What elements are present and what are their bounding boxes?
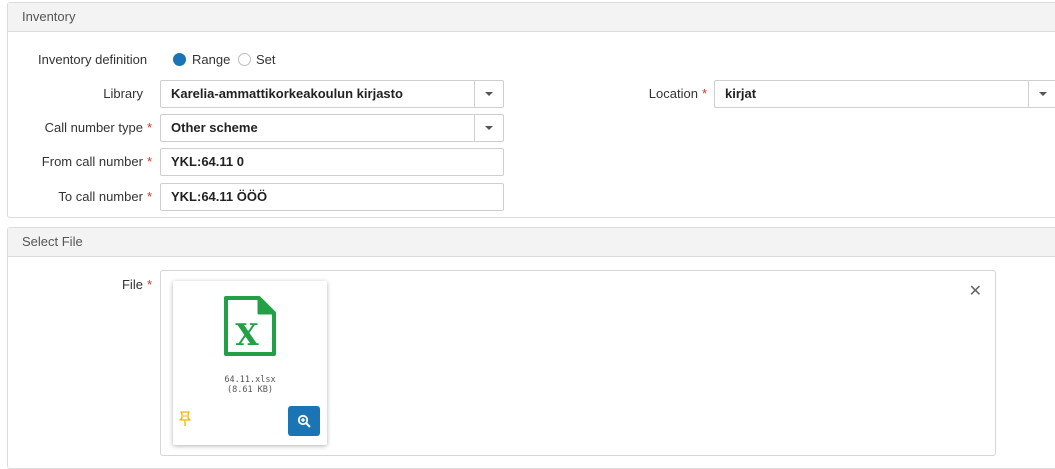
inventory-definition-label: Inventory definition <box>38 52 148 67</box>
range-radio-label[interactable]: Range <box>192 52 230 68</box>
chevron-down-icon[interactable] <box>1028 81 1055 107</box>
file-dropzone[interactable]: ✕ X 64.11.xlsx (8.61 KB) <box>160 270 996 456</box>
to-call-number-input[interactable]: YKL:64.11 ÖÖÖ <box>160 183 504 211</box>
from-call-number-label: From call number * <box>42 148 152 176</box>
file-label: File * <box>122 271 152 299</box>
excel-file-icon: X <box>224 296 276 356</box>
svg-text:X: X <box>235 318 259 353</box>
required-mark: * <box>146 120 152 135</box>
location-label: Location * <box>649 80 707 108</box>
call-number-type-label: Call number type * <box>45 114 152 142</box>
library-label: Library <box>103 80 143 108</box>
select-file-header: Select File <box>8 228 1055 257</box>
pin-icon[interactable] <box>178 411 192 427</box>
preview-zoom-button[interactable] <box>288 406 320 436</box>
library-value: Karelia-ammattikorkeakoulun kirjasto <box>171 86 403 101</box>
from-call-number-label-text: From call number <box>41 154 143 169</box>
call-number-type-value: Other scheme <box>171 120 258 135</box>
location-label-text: Location <box>648 86 698 101</box>
location-value: kirjat <box>725 86 757 101</box>
file-name: 64.11.xlsx <box>224 375 276 385</box>
call-number-type-label-text: Call number type <box>44 120 143 135</box>
chevron-down-icon[interactable] <box>474 81 503 107</box>
from-call-number-input[interactable]: YKL:64.11 0 <box>160 148 504 176</box>
file-size: (8.61 KB) <box>226 385 274 395</box>
zoom-in-icon <box>297 414 311 428</box>
to-call-number-label-text: To call number <box>58 189 143 204</box>
inventory-header: Inventory <box>8 3 1055 32</box>
library-label-text: Library <box>103 86 143 101</box>
file-label-text: File <box>121 277 143 292</box>
location-select[interactable]: kirjat <box>714 80 1055 108</box>
library-select[interactable]: Karelia-ammattikorkeakoulun kirjasto <box>160 80 504 108</box>
set-radio[interactable] <box>238 53 251 66</box>
required-mark: * <box>146 277 152 292</box>
to-call-number-label: To call number * <box>58 183 152 211</box>
range-radio[interactable] <box>173 53 186 66</box>
required-mark: * <box>146 154 152 169</box>
call-number-type-select[interactable]: Other scheme <box>160 114 504 142</box>
set-radio-label[interactable]: Set <box>256 52 276 68</box>
required-mark: * <box>701 86 707 101</box>
chevron-down-icon[interactable] <box>474 115 503 141</box>
file-preview-card: X 64.11.xlsx (8.61 KB) <box>173 281 327 445</box>
required-mark: * <box>146 189 152 204</box>
close-icon[interactable]: ✕ <box>969 281 982 301</box>
